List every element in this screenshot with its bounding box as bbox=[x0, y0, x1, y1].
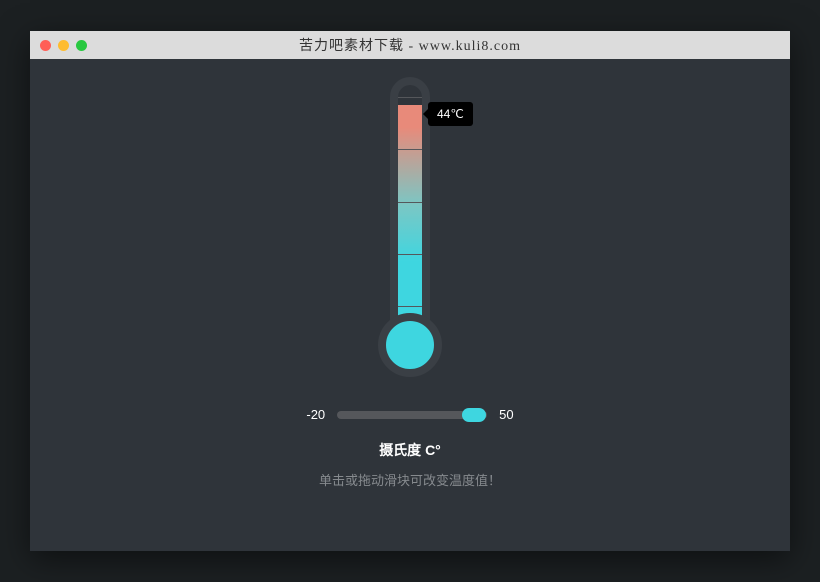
temperature-slider[interactable] bbox=[337, 411, 487, 419]
traffic-lights bbox=[40, 40, 87, 51]
temperature-tooltip: 44℃ bbox=[428, 102, 473, 126]
slider-row: -20 50 bbox=[306, 407, 513, 422]
slider-min-label: -20 bbox=[306, 407, 325, 422]
thermometer-bulb bbox=[378, 313, 442, 377]
slider-max-label: 50 bbox=[499, 407, 513, 422]
close-icon[interactable] bbox=[40, 40, 51, 51]
maximize-icon[interactable] bbox=[76, 40, 87, 51]
unit-label: 摄氏度 C° bbox=[379, 440, 441, 460]
tick bbox=[398, 97, 422, 98]
slider-thumb[interactable] bbox=[462, 408, 486, 422]
tick bbox=[398, 202, 422, 203]
hint-text: 单击或拖动滑块可改变温度值！ bbox=[319, 470, 501, 489]
thermometer: 44℃ bbox=[370, 77, 450, 377]
tick bbox=[398, 306, 422, 307]
thermometer-ticks bbox=[398, 97, 422, 307]
tick bbox=[398, 149, 422, 150]
app-window: 苦力吧素材下载 - www.kuli8.com 44℃ -20 bbox=[30, 31, 790, 551]
titlebar: 苦力吧素材下载 - www.kuli8.com bbox=[30, 31, 790, 59]
minimize-icon[interactable] bbox=[58, 40, 69, 51]
content-area: 44℃ -20 50 摄氏度 C° 单击或拖动滑块可改变温度值！ bbox=[30, 59, 790, 551]
tick bbox=[398, 254, 422, 255]
window-title: 苦力吧素材下载 - www.kuli8.com bbox=[30, 35, 790, 55]
